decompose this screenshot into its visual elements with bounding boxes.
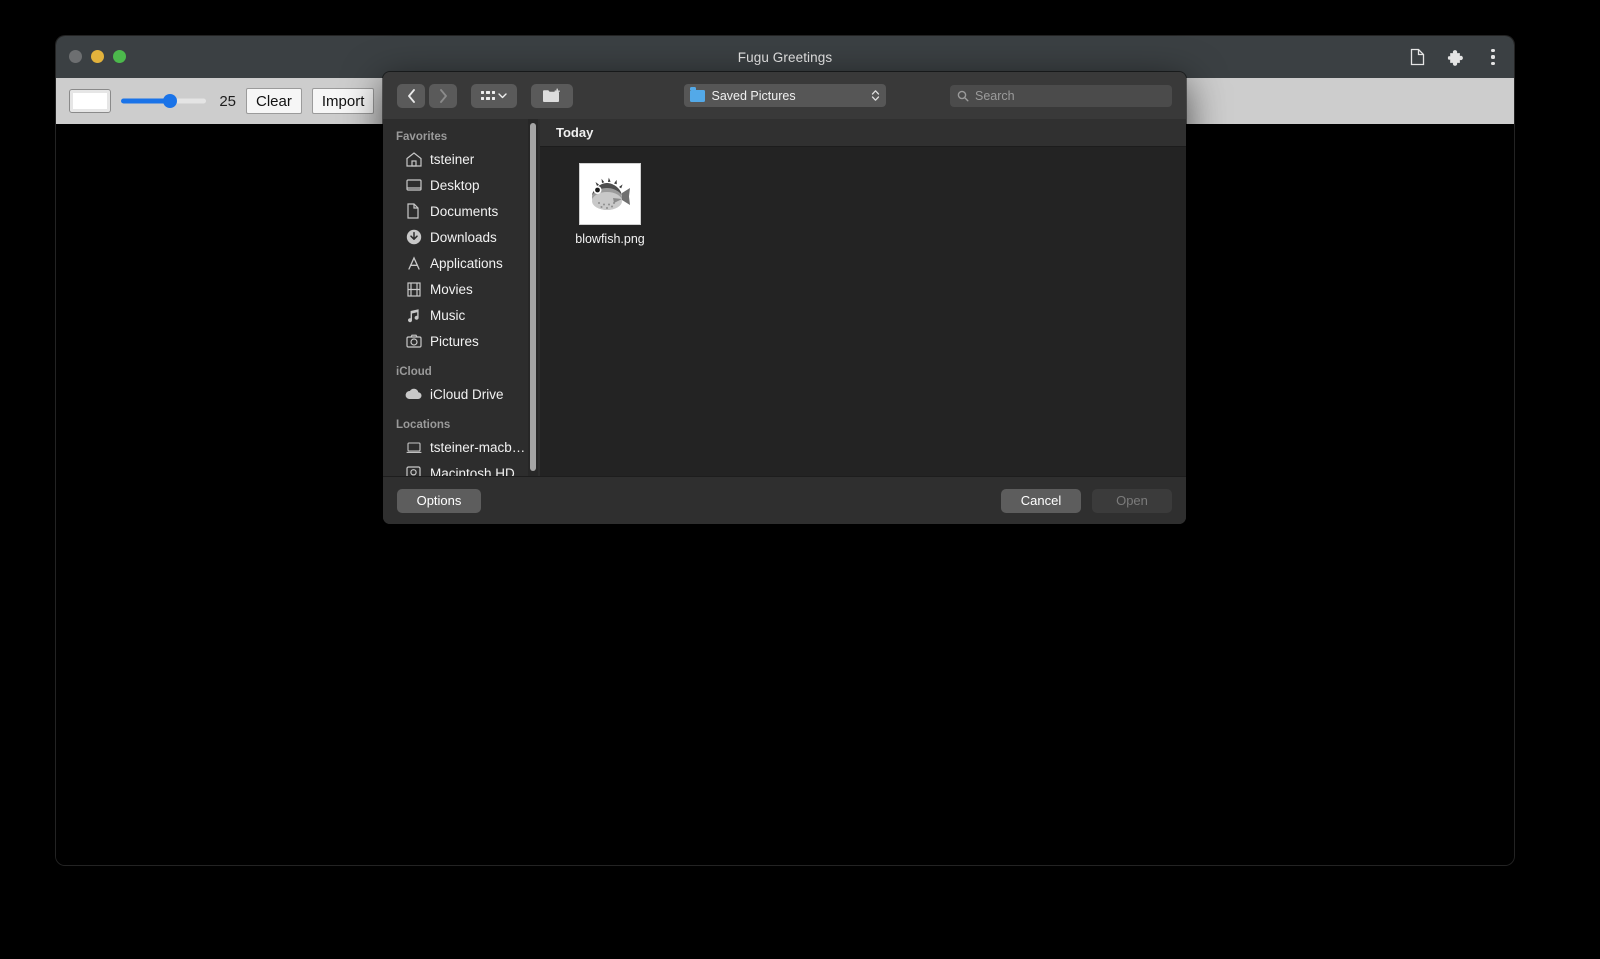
sidebar-item-desktop[interactable]: Desktop [383,172,540,198]
file-group-header: Today [540,119,1186,147]
dialog-toolbar: Saved Pictures Search [383,72,1186,119]
line-width-slider[interactable] [121,89,206,113]
music-note-icon [405,307,422,324]
dialog-sidebar: Favorites tsteiner Desktop Documents Dow… [383,119,540,476]
new-folder-button[interactable] [531,83,573,108]
puzzle-extension-icon[interactable] [1444,46,1466,68]
harddisk-icon [405,465,422,476]
sidebar-label: Downloads [430,229,497,245]
sidebar-scrollbar-thumb[interactable] [530,123,536,471]
folder-icon [689,87,705,102]
file-list-pane: Today blowfish.png [540,119,1186,476]
dialog-body: Favorites tsteiner Desktop Documents Dow… [383,119,1186,476]
sidebar-label: Documents [430,203,499,219]
options-button[interactable]: Options [397,488,481,513]
file-name-label: blowfish.png [575,232,645,246]
blowfish-image [592,177,630,210]
page-icon[interactable] [1406,46,1428,68]
file-open-dialog: Saved Pictures Search Favorites tsteiner… [383,72,1186,524]
footer-actions: Cancel Open [1001,488,1172,513]
sidebar-section-favorites: Favorites [396,131,448,143]
back-button[interactable] [397,83,425,108]
slider-thumb[interactable] [163,94,178,108]
sidebar-section-icloud: iCloud [396,366,432,378]
sidebar-section-locations: Locations [396,419,451,431]
chevron-down-icon [498,92,508,98]
search-input[interactable]: Search [950,84,1172,107]
sidebar-label: Pictures [430,333,479,349]
search-placeholder: Search [975,88,1015,103]
browser-toolbar-icons [1406,36,1504,78]
sidebar-item-movies[interactable]: Movies [383,276,540,302]
sidebar-item-music[interactable]: Music [383,302,540,328]
color-picker-swatch[interactable] [69,89,111,113]
dialog-footer: Options Cancel Open [383,476,1186,524]
sidebar-item-icloud-drive[interactable]: iCloud Drive [383,381,540,407]
file-thumbnail [579,163,641,225]
download-icon [405,229,422,246]
sidebar-label: Music [430,307,466,323]
import-button[interactable]: Import [311,88,375,114]
navigation-buttons [397,83,457,108]
clear-button[interactable]: Clear [246,88,302,114]
sidebar-label: Movies [430,281,473,297]
path-label: Saved Pictures [711,88,796,103]
sidebar-item-tsteiner-macbook[interactable]: tsteiner-macb… [383,434,540,460]
sidebar-label: iCloud Drive [430,386,504,402]
camera-icon [405,333,422,350]
sidebar-item-pictures[interactable]: Pictures [383,328,540,354]
new-folder-icon [543,88,560,102]
film-icon [405,281,422,298]
sidebar-item-downloads[interactable]: Downloads [383,224,540,250]
sidebar-label: Desktop [430,177,480,193]
stepper-icon [871,89,880,102]
screen: Fugu Greetings 25 Clear Import Saved Pic… [0,0,1600,959]
view-mode-button[interactable] [471,83,517,108]
path-dropdown[interactable]: Saved Pictures [683,84,886,107]
file-item[interactable]: blowfish.png [564,163,656,246]
sidebar-label: Macintosh HD [430,465,515,477]
sidebar-item-applications[interactable]: Applications [383,250,540,276]
sidebar-item-tsteiner[interactable]: tsteiner [383,146,540,172]
sidebar-item-documents[interactable]: Documents [383,198,540,224]
sidebar-label: tsteiner-macb… [430,439,526,455]
desktop-icon [405,177,422,194]
search-icon [957,90,969,101]
cancel-button[interactable]: Cancel [1001,488,1081,513]
sidebar-label: Applications [430,255,503,271]
documents-icon [405,203,422,220]
cloud-icon [405,386,422,403]
applications-icon [405,255,422,272]
grid-view-icon [480,90,496,101]
slider-value-label: 25 [219,92,236,110]
sidebar-item-macintosh-hd[interactable]: Macintosh HD [383,460,540,476]
forward-button[interactable] [429,83,457,108]
sidebar-label: tsteiner [430,151,475,167]
file-grid: blowfish.png [540,147,1186,476]
laptop-icon [405,439,422,456]
home-icon [405,151,422,168]
kebab-menu-icon[interactable] [1482,46,1504,68]
open-button[interactable]: Open [1092,488,1172,513]
